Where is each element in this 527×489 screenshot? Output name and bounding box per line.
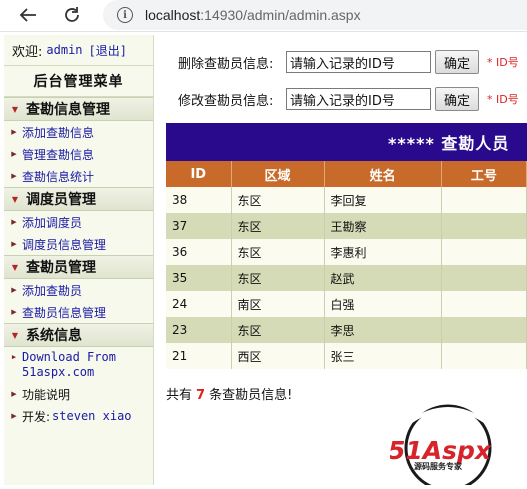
cell-id: 21 bbox=[166, 343, 232, 369]
modify-form: 修改查勘员信息: 确定 * ID号 bbox=[178, 86, 519, 112]
logo-brand-text: 51Aspx bbox=[390, 436, 492, 465]
table-banner: ***** 查勘人员 bbox=[166, 123, 527, 161]
table-row: 36 东区 李惠利 bbox=[166, 239, 527, 265]
cell-jobno bbox=[441, 343, 527, 369]
developer-name[interactable]: steven xiao bbox=[52, 409, 131, 423]
table-header-row: ID 区域 姓名 工号 bbox=[166, 161, 527, 187]
sidebar-item-add-surveyor[interactable]: ▶ 添加查勘员 bbox=[4, 279, 153, 301]
info-icon[interactable]: i bbox=[117, 7, 133, 23]
cell-name: 李回复 bbox=[324, 187, 442, 213]
caret-down-icon: ▼ bbox=[11, 194, 19, 204]
bullet-triangle-icon: ▶ bbox=[11, 412, 17, 420]
delete-hint: * ID号 bbox=[487, 56, 519, 69]
table-row: 35 东区 赵武 bbox=[166, 265, 527, 291]
sidebar-item-developer: ▶ 开发: steven xiao bbox=[4, 405, 153, 427]
sidebar-item-add-survey[interactable]: ▶ 添加查勘信息 bbox=[4, 121, 153, 143]
bullet-triangle-icon: ▶ bbox=[11, 390, 17, 398]
delete-label: 删除查勘员信息: bbox=[178, 56, 274, 72]
sidebar: 欢迎: admin [退出] 后台管理菜单 ▼ 查勘信息管理 ▶ 添加查勘信息 ▶… bbox=[4, 35, 154, 485]
caret-down-icon: ▼ bbox=[11, 104, 19, 114]
col-area-header: 区域 bbox=[231, 161, 325, 187]
modify-id-input[interactable] bbox=[286, 88, 431, 110]
cell-area: 东区 bbox=[231, 213, 325, 239]
logout-link[interactable]: [退出] bbox=[89, 42, 127, 59]
modify-confirm-button[interactable]: 确定 bbox=[435, 87, 479, 111]
cell-name: 王勘察 bbox=[324, 213, 442, 239]
welcome-bar: 欢迎: admin [退出] bbox=[4, 35, 153, 66]
bullet-triangle-icon: ▶ bbox=[11, 128, 17, 136]
record-count-number: 7 bbox=[196, 388, 206, 403]
address-bar[interactable]: i localhost:14930/admin/admin.aspx bbox=[103, 0, 527, 30]
username-link[interactable]: admin bbox=[46, 43, 82, 57]
cell-jobno bbox=[441, 239, 527, 265]
cell-id: 37 bbox=[166, 213, 232, 239]
sidebar-item-manage-survey[interactable]: ▶ 管理查勘信息 bbox=[4, 143, 153, 165]
browser-toolbar: i localhost:14930/admin/admin.aspx bbox=[0, 0, 527, 32]
cell-area: 西区 bbox=[231, 343, 325, 369]
col-jobno-header: 工号 bbox=[441, 161, 527, 187]
cell-id: 38 bbox=[166, 187, 232, 213]
cell-jobno bbox=[441, 265, 527, 291]
delete-confirm-button[interactable]: 确定 bbox=[435, 50, 479, 74]
bullet-triangle-icon: ▶ bbox=[11, 286, 17, 294]
sidebar-item-survey-stats[interactable]: ▶ 查勘信息统计 bbox=[4, 165, 153, 187]
caret-down-icon: ▼ bbox=[11, 330, 19, 340]
col-name-header: 姓名 bbox=[324, 161, 442, 187]
bullet-triangle-icon: ▶ bbox=[11, 150, 17, 158]
record-count: 共有 7 条查勘员信息! bbox=[166, 388, 293, 403]
bullet-triangle-icon: ▶ bbox=[11, 172, 17, 180]
cell-area: 东区 bbox=[231, 317, 325, 343]
cell-id: 23 bbox=[166, 317, 232, 343]
bullet-triangle-icon: ▶ bbox=[11, 308, 17, 316]
cell-name: 张三 bbox=[324, 343, 442, 369]
bullet-triangle-icon: ▶ bbox=[11, 218, 17, 226]
caret-down-icon: ▼ bbox=[11, 262, 19, 272]
group-system-info[interactable]: ▼ 系统信息 bbox=[4, 323, 153, 347]
group-dispatcher[interactable]: ▼ 调度员管理 bbox=[4, 187, 153, 211]
cell-area: 东区 bbox=[231, 187, 325, 213]
cell-area: 东区 bbox=[231, 239, 325, 265]
sidebar-item-help[interactable]: ▶ 功能说明 bbox=[4, 383, 153, 405]
cell-name: 白强 bbox=[324, 291, 442, 317]
cell-name: 赵武 bbox=[324, 265, 442, 291]
bullet-triangle-icon: ▶ bbox=[11, 353, 17, 361]
cell-id: 36 bbox=[166, 239, 232, 265]
cell-area: 东区 bbox=[231, 265, 325, 291]
cell-jobno bbox=[441, 317, 527, 343]
download-link[interactable]: ▶ Download From 51aspx.com bbox=[4, 347, 153, 383]
col-id-header: ID bbox=[166, 161, 232, 187]
table-row: 38 东区 李回复 bbox=[166, 187, 527, 213]
cell-jobno bbox=[441, 187, 527, 213]
sidebar-item-manage-surveyor[interactable]: ▶ 查勘员信息管理 bbox=[4, 301, 153, 323]
url-text: localhost:14930/admin/admin.aspx bbox=[145, 7, 361, 23]
logo-tagline: 源码服务专家 bbox=[414, 461, 463, 471]
delete-id-input[interactable] bbox=[286, 51, 431, 73]
cell-name: 李惠利 bbox=[324, 239, 442, 265]
group-survey-info[interactable]: ▼ 查勘信息管理 bbox=[4, 97, 153, 121]
table-row: 37 东区 王勘察 bbox=[166, 213, 527, 239]
cell-name: 李思 bbox=[324, 317, 442, 343]
reload-icon[interactable] bbox=[58, 2, 86, 28]
cell-area: 南区 bbox=[231, 291, 325, 317]
brand-logo: 51Aspx 源码服务专家 bbox=[388, 402, 527, 489]
sidebar-item-add-dispatcher[interactable]: ▶ 添加调度员 bbox=[4, 211, 153, 233]
delete-form: 删除查勘员信息: 确定 * ID号 bbox=[178, 49, 519, 75]
cell-jobno bbox=[441, 291, 527, 317]
surveyor-table: ID 区域 姓名 工号 38 东区 李回复 37 东区 王勘察 36 东区 李惠利 35 东区… bbox=[166, 161, 527, 369]
cell-id: 24 bbox=[166, 291, 232, 317]
cell-jobno bbox=[441, 213, 527, 239]
bullet-triangle-icon: ▶ bbox=[11, 240, 17, 248]
back-arrow-icon[interactable] bbox=[14, 2, 42, 28]
modify-hint: * ID号 bbox=[487, 93, 519, 106]
table-row: 21 西区 张三 bbox=[166, 343, 527, 369]
welcome-label: 欢迎: bbox=[12, 44, 43, 60]
modify-label: 修改查勘员信息: bbox=[178, 93, 274, 109]
table-row: 23 东区 李思 bbox=[166, 317, 527, 343]
sidebar-item-manage-dispatcher[interactable]: ▶ 调度员信息管理 bbox=[4, 233, 153, 255]
cell-id: 35 bbox=[166, 265, 232, 291]
menu-title: 后台管理菜单 bbox=[4, 66, 153, 97]
group-surveyor[interactable]: ▼ 查勘员管理 bbox=[4, 255, 153, 279]
table-row: 24 南区 白强 bbox=[166, 291, 527, 317]
